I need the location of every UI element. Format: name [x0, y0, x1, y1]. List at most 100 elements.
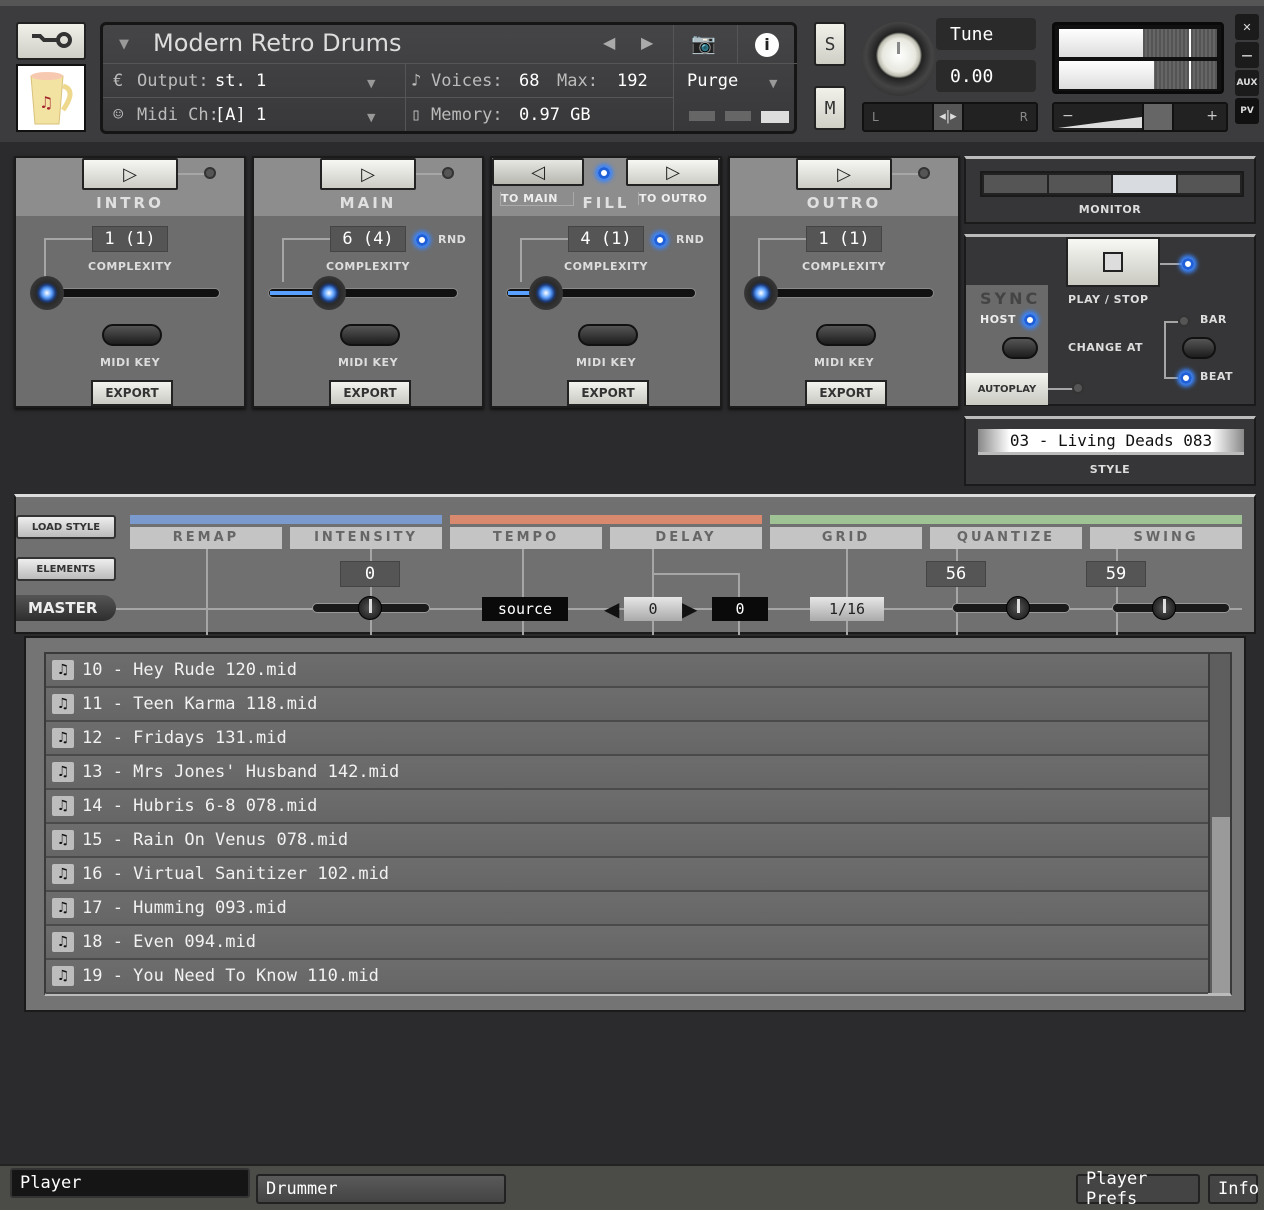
fill-to-outro-button[interactable]: ▷ [626, 158, 720, 186]
list-item[interactable]: ♫ 10 - Hey Rude 120.mid [46, 654, 1208, 688]
swing-value[interactable]: 59 [1086, 561, 1146, 587]
player-prefs-button[interactable]: Player Prefs [1076, 1169, 1200, 1209]
midi-key-toggle[interactable] [578, 324, 638, 346]
mute-button[interactable]: M [814, 86, 846, 130]
list-item[interactable]: ♫ 14 - Hubris 6-8 078.mid [46, 790, 1208, 824]
midi-key-toggle[interactable] [340, 324, 400, 346]
list-item[interactable]: ♫ 11 - Teen Karma 118.mid [46, 688, 1208, 722]
purge-indicator-2 [725, 111, 751, 121]
volume-slider[interactable]: − + [1052, 102, 1228, 132]
tab-delay[interactable]: DELAY [610, 527, 762, 549]
info-button[interactable]: Info [1208, 1174, 1259, 1204]
next-instrument-icon[interactable]: ▶ [641, 33, 653, 52]
instrument-name[interactable]: Modern Retro Drums [153, 29, 402, 57]
midi-channel-select[interactable]: [A] 1 [215, 105, 266, 125]
midi-dropdown-icon[interactable]: ▼ [367, 111, 375, 124]
scrollbar-thumb[interactable] [1212, 816, 1230, 993]
rnd-led[interactable] [654, 234, 666, 246]
pan-slider[interactable]: L ◂|▸ R [862, 102, 1038, 132]
output-dropdown-icon[interactable]: ▼ [367, 77, 375, 90]
pv-button[interactable]: PV [1235, 98, 1259, 124]
complexity-knob[interactable] [311, 276, 346, 310]
sync-toggle[interactable] [1002, 337, 1038, 359]
volume-handle[interactable] [1142, 104, 1174, 130]
complexity-value[interactable]: 1 (1) [92, 226, 168, 252]
grid-select[interactable]: 1/16 [810, 597, 884, 621]
purge-dropdown-icon[interactable]: ▼ [769, 77, 777, 90]
load-style-button[interactable]: LOAD STYLE [16, 515, 116, 539]
close-button[interactable]: ✕ [1235, 14, 1259, 40]
delay-decrease-icon[interactable]: ◀ [604, 597, 619, 621]
midi-file-icon: ♫ [52, 864, 74, 884]
export-button[interactable]: EXPORT [91, 380, 173, 406]
swing-knob[interactable] [1152, 596, 1176, 620]
intensity-knob[interactable] [358, 596, 382, 620]
tune-value[interactable]: 0.00 [936, 60, 1036, 92]
instrument-info-panel: ▼ Modern Retro Drums ◀ ▶ 📷 i € Output: s… [100, 22, 797, 134]
list-item[interactable]: ♫ 15 - Rain On Venus 078.mid [46, 824, 1208, 858]
list-item[interactable]: ♫ 12 - Fridays 131.mid [46, 722, 1208, 756]
tab-remap[interactable]: REMAP [130, 527, 282, 549]
instrument-menu-icon[interactable]: ▼ [119, 37, 129, 52]
complexity-fill [508, 291, 532, 295]
tab-tempo[interactable]: TEMPO [450, 527, 602, 549]
delay-value-secondary[interactable]: 0 [712, 597, 768, 621]
solo-button[interactable]: S [814, 22, 846, 66]
complexity-value[interactable]: 4 (1) [568, 226, 644, 252]
output-select[interactable]: st. 1 [215, 71, 266, 91]
style-selector[interactable]: 03 - Living Deads 083 [978, 429, 1244, 455]
pan-handle[interactable]: ◂|▸ [932, 104, 964, 130]
file-name: 17 - Humming 093.mid [82, 898, 287, 918]
midi-key-toggle[interactable] [816, 324, 876, 346]
tab-swing[interactable]: SWING [1090, 527, 1242, 549]
tempo-select[interactable]: source [482, 597, 568, 621]
tab-drummer[interactable]: Drummer [256, 1174, 506, 1204]
delay-value[interactable]: 0 [624, 597, 682, 621]
list-scrollbar[interactable] [1208, 654, 1230, 993]
purge-menu[interactable]: Purge [687, 71, 738, 91]
play-intro-button[interactable]: ▷ [82, 158, 178, 190]
tab-intensity[interactable]: INTENSITY [290, 527, 442, 549]
elements-button[interactable]: ELEMENTS [16, 557, 116, 581]
aux-button[interactable]: AUX [1235, 70, 1259, 96]
change-at-toggle[interactable] [1182, 337, 1216, 359]
delay-increase-icon[interactable]: ▶ [682, 597, 697, 621]
memory-value: 0.97 GB [519, 105, 591, 125]
export-button[interactable]: EXPORT [567, 380, 649, 406]
prev-instrument-icon[interactable]: ◀ [603, 33, 615, 52]
quantize-value[interactable]: 56 [926, 561, 986, 587]
camera-icon[interactable]: 📷 [691, 31, 716, 55]
minimize-button[interactable]: — [1235, 42, 1259, 68]
info-icon[interactable]: i [755, 33, 779, 57]
quantize-knob[interactable] [1006, 596, 1030, 620]
tab-player[interactable]: Player [10, 1168, 250, 1198]
play-stop-label: PLAY / STOP [1068, 293, 1149, 306]
list-item[interactable]: ♫ 13 - Mrs Jones' Husband 142.mid [46, 756, 1208, 790]
complexity-value[interactable]: 1 (1) [806, 226, 882, 252]
autoplay-button[interactable]: AUTOPLAY [966, 373, 1048, 405]
list-item[interactable]: ♫ 19 - You Need To Know 110.mid [46, 960, 1208, 994]
tab-grid[interactable]: GRID [770, 527, 922, 549]
list-item[interactable]: ♫ 17 - Humming 093.mid [46, 892, 1208, 926]
master-button[interactable]: MASTER [16, 595, 116, 621]
tab-quantize[interactable]: QUANTIZE [930, 527, 1082, 549]
intensity-value[interactable]: 0 [340, 561, 400, 587]
fill-to-main-button[interactable]: ◁ [492, 158, 584, 186]
settings-button[interactable] [16, 22, 86, 60]
complexity-knob[interactable] [744, 276, 778, 310]
midi-key-toggle[interactable] [102, 324, 162, 346]
tune-knob[interactable] [862, 22, 936, 96]
list-item[interactable]: ♫ 18 - Even 094.mid [46, 926, 1208, 960]
export-button[interactable]: EXPORT [329, 380, 411, 406]
complexity-knob[interactable] [529, 276, 564, 310]
play-outro-button[interactable]: ▷ [796, 158, 892, 190]
list-item[interactable]: ♫ 16 - Virtual Sanitizer 102.mid [46, 858, 1208, 892]
memory-icon: ▯ [411, 105, 422, 125]
complexity-value[interactable]: 6 (4) [330, 226, 406, 252]
export-button[interactable]: EXPORT [805, 380, 887, 406]
complexity-knob[interactable] [30, 276, 64, 310]
max-voices-value[interactable]: 192 [617, 71, 648, 91]
rnd-led[interactable] [416, 234, 428, 246]
play-main-button[interactable]: ▷ [320, 158, 416, 190]
play-stop-button[interactable] [1066, 237, 1160, 287]
